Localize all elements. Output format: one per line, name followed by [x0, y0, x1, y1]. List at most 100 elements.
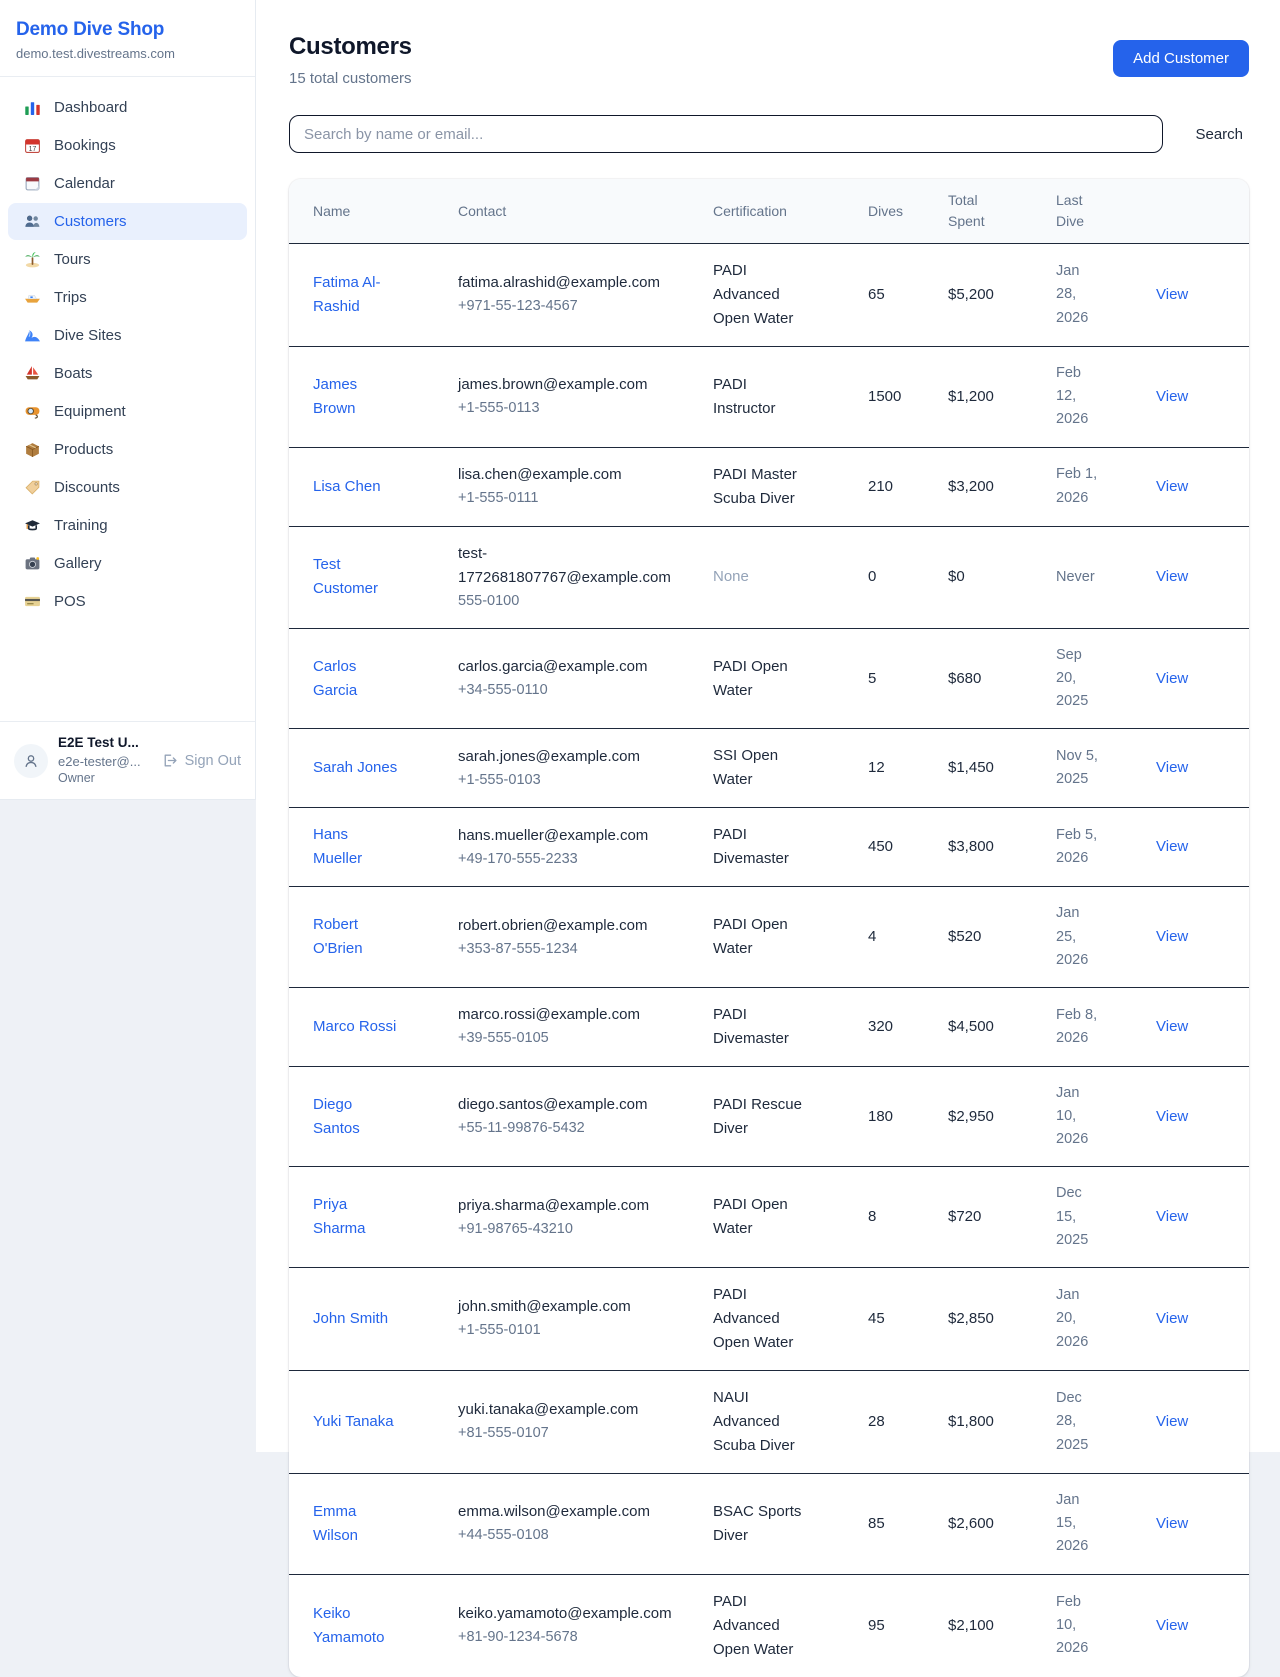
- column-header-total-spent: Total Spent: [948, 179, 1006, 243]
- sidebar-item-products[interactable]: Products: [8, 431, 247, 468]
- view-link[interactable]: View: [1156, 478, 1188, 495]
- customer-name-link[interactable]: Yuki Tanaka: [313, 1410, 394, 1434]
- sidebar-item-customers[interactable]: Customers: [8, 203, 247, 240]
- customer-name-link[interactable]: John Smith: [313, 1307, 388, 1331]
- sidebar-item-gallery[interactable]: Gallery: [8, 545, 247, 582]
- sidebar-item-calendar[interactable]: Calendar: [8, 165, 247, 202]
- view-link[interactable]: View: [1156, 1108, 1188, 1125]
- customer-last-dive: Feb 12, 2026: [1056, 347, 1114, 447]
- table-row: Carlos Garcia carlos.garcia@example.com …: [289, 628, 1249, 729]
- sidebar-item-label: Dive Sites: [54, 327, 122, 344]
- customer-dives: 4: [868, 910, 948, 964]
- customer-name-link[interactable]: Lisa Chen: [313, 475, 381, 499]
- view-link[interactable]: View: [1156, 388, 1188, 405]
- customer-email: fatima.alrashid@example.com: [458, 271, 673, 295]
- view-link[interactable]: View: [1156, 1617, 1188, 1634]
- sign-out-button[interactable]: Sign Out: [161, 752, 241, 769]
- view-link[interactable]: View: [1156, 568, 1188, 585]
- sidebar-item-training[interactable]: Training: [8, 507, 247, 544]
- sidebar-item-discounts[interactable]: Discounts: [8, 469, 247, 506]
- view-link[interactable]: View: [1156, 1310, 1188, 1327]
- brand-title[interactable]: Demo Dive Shop: [16, 19, 239, 41]
- sidebar-item-label: Equipment: [54, 403, 126, 420]
- customer-total-spent: $1,200: [948, 370, 1056, 424]
- customer-phone: +34-555-0110: [458, 679, 697, 702]
- avatar: [14, 744, 48, 778]
- view-link[interactable]: View: [1156, 1208, 1188, 1225]
- customer-name-link[interactable]: Sarah Jones: [313, 756, 397, 780]
- customer-certification: BSAC Sports Diver: [713, 1485, 828, 1563]
- sidebar-item-dive-sites[interactable]: Dive Sites: [8, 317, 247, 354]
- sidebar-item-dashboard[interactable]: Dashboard: [8, 89, 247, 126]
- customer-name-link[interactable]: Diego Santos: [313, 1093, 401, 1141]
- sidebar-item-pos[interactable]: POS: [8, 583, 247, 620]
- customer-name-link[interactable]: Robert O'Brien: [313, 913, 401, 961]
- view-link[interactable]: View: [1156, 1515, 1188, 1532]
- customer-email: james.brown@example.com: [458, 373, 673, 397]
- customer-name-link[interactable]: Emma Wilson: [313, 1500, 401, 1548]
- sidebar-item-label: Bookings: [54, 137, 116, 154]
- customer-phone: +81-90-1234-5678: [458, 1626, 697, 1649]
- customer-name-link[interactable]: Carlos Garcia: [313, 655, 401, 703]
- sign-out-icon: [161, 752, 178, 769]
- customer-last-dive: Feb 10, 2026: [1056, 1576, 1114, 1676]
- customer-name-link[interactable]: Hans Mueller: [313, 823, 401, 871]
- customer-phone: +91-98765-43210: [458, 1218, 697, 1241]
- customer-total-spent: $1,800: [948, 1395, 1056, 1449]
- search-input[interactable]: [289, 115, 1163, 153]
- view-link[interactable]: View: [1156, 928, 1188, 945]
- table-row: Emma Wilson emma.wilson@example.com +44-…: [289, 1473, 1249, 1574]
- customer-dives: 180: [868, 1090, 948, 1144]
- customer-name-link[interactable]: Marco Rossi: [313, 1015, 396, 1039]
- customer-name-link[interactable]: James Brown: [313, 373, 401, 421]
- view-link[interactable]: View: [1156, 759, 1188, 776]
- customer-last-dive: Never: [1056, 551, 1114, 604]
- customer-email: sarah.jones@example.com: [458, 745, 673, 769]
- customer-dives: 65: [868, 268, 948, 322]
- customer-total-spent: $1,450: [948, 741, 1056, 795]
- dive-mask-icon: [24, 403, 41, 420]
- customer-total-spent: $0: [948, 550, 1056, 604]
- sidebar-item-label: Boats: [54, 365, 92, 382]
- customer-phone: 555-0100: [458, 590, 697, 613]
- sidebar-nav: Dashboard 17 Bookings Calendar Customers…: [0, 77, 255, 721]
- motor-boat-icon: [24, 289, 41, 306]
- sidebar-item-equipment[interactable]: Equipment: [8, 393, 247, 430]
- customer-email: diego.santos@example.com: [458, 1093, 673, 1117]
- view-link[interactable]: View: [1156, 286, 1188, 303]
- view-link[interactable]: View: [1156, 670, 1188, 687]
- sidebar-item-tours[interactable]: Tours: [8, 241, 247, 278]
- sidebar-item-label: Tours: [54, 251, 91, 268]
- search-button[interactable]: Search: [1189, 122, 1249, 147]
- table-row: Fatima Al-Rashid fatima.alrashid@example…: [289, 244, 1249, 346]
- palm-island-icon: [24, 251, 41, 268]
- customer-name-link[interactable]: Keiko Yamamoto: [313, 1602, 401, 1650]
- customer-dives: 320: [868, 1000, 948, 1054]
- customer-certification: PADI Instructor: [713, 358, 828, 436]
- customer-dives: 8: [868, 1190, 948, 1244]
- customer-total-spent: $2,600: [948, 1497, 1056, 1551]
- column-header-dives: Dives: [868, 190, 948, 233]
- customer-last-dive: Feb 8, 2026: [1056, 989, 1114, 1065]
- view-link[interactable]: View: [1156, 838, 1188, 855]
- customer-phone: +39-555-0105: [458, 1027, 697, 1050]
- sidebar-item-boats[interactable]: Boats: [8, 355, 247, 392]
- brand-domain: demo.test.divestreams.com: [16, 46, 239, 61]
- customer-email: test-1772681807767@example.com: [458, 542, 673, 590]
- table-row: Keiko Yamamoto keiko.yamamoto@example.co…: [289, 1574, 1249, 1677]
- table-row: Yuki Tanaka yuki.tanaka@example.com +81-…: [289, 1370, 1249, 1473]
- customer-email: yuki.tanaka@example.com: [458, 1398, 673, 1422]
- sidebar-item-trips[interactable]: Trips: [8, 279, 247, 316]
- add-customer-button[interactable]: Add Customer: [1113, 40, 1249, 77]
- customer-certification: PADI Master Scuba Diver: [713, 448, 828, 526]
- customer-dives: 450: [868, 820, 948, 874]
- view-link[interactable]: View: [1156, 1018, 1188, 1035]
- customer-name-link[interactable]: Test Customer: [313, 553, 401, 601]
- customer-name-link[interactable]: Fatima Al-Rashid: [313, 271, 401, 319]
- sidebar-item-bookings[interactable]: 17 Bookings: [8, 127, 247, 164]
- package-icon: [24, 441, 41, 458]
- view-link[interactable]: View: [1156, 1413, 1188, 1430]
- sidebar-item-label: Products: [54, 441, 113, 458]
- customer-total-spent: $520: [948, 910, 1056, 964]
- customer-name-link[interactable]: Priya Sharma: [313, 1193, 401, 1241]
